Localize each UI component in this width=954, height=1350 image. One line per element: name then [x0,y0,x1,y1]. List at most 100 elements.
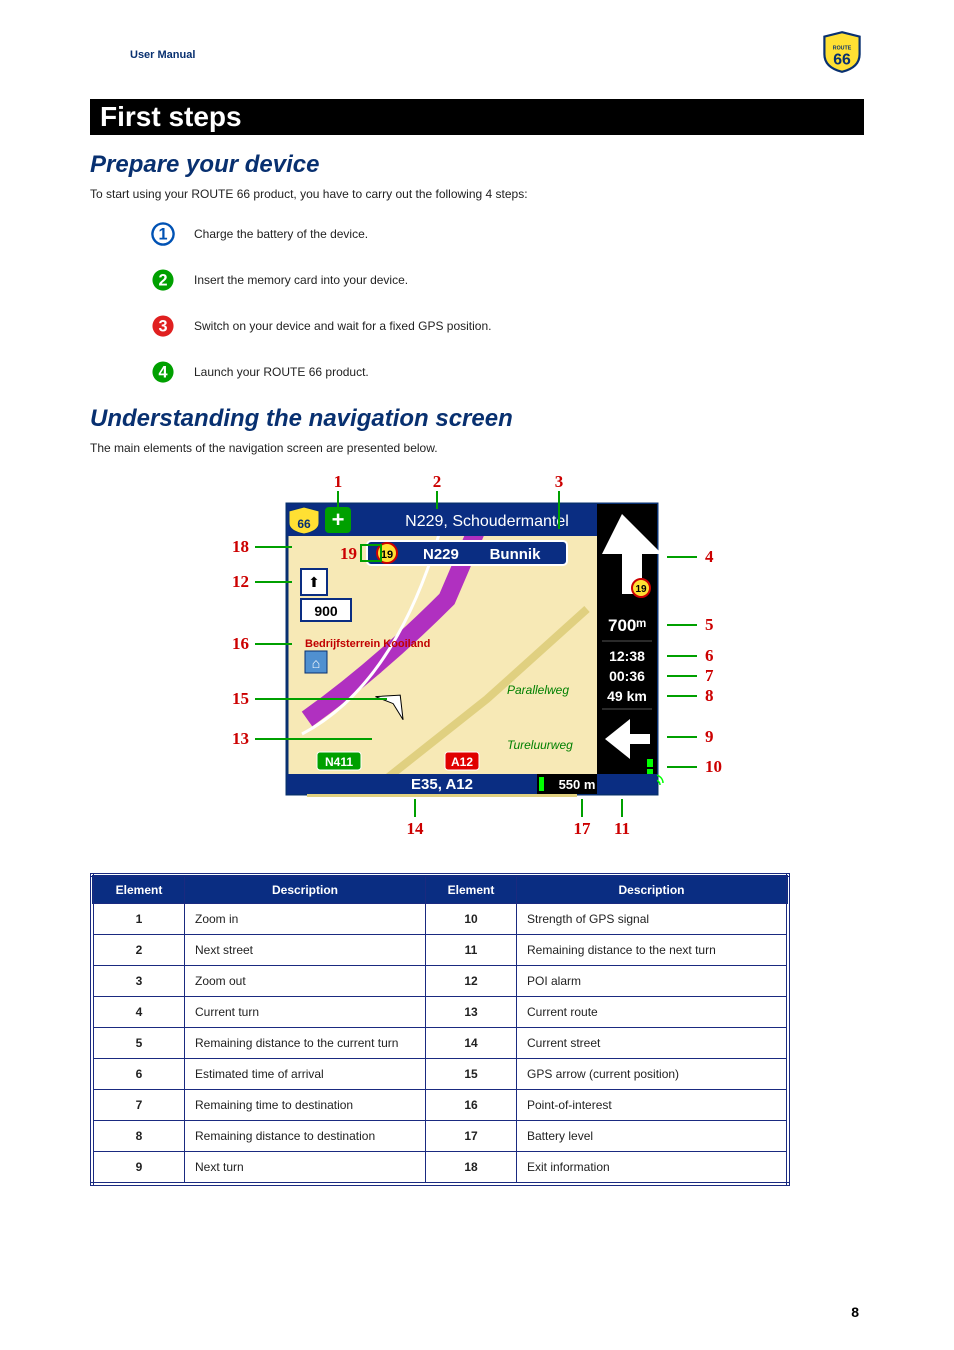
svg-text:19: 19 [381,549,393,561]
svg-text:A12: A12 [451,755,473,769]
cell-desc: Zoom in [185,904,426,935]
step-2-text: Insert the memory card into your device. [194,273,408,287]
svg-text:ROUTE: ROUTE [833,45,852,51]
page-number: 8 [851,1304,859,1320]
cell-desc: Zoom out [185,966,426,997]
svg-text:⌂: ⌂ [312,655,320,671]
th-element-2: Element [426,875,517,904]
svg-text:49 km: 49 km [607,688,647,704]
steps-list: 1 Charge the battery of the device. 2 In… [150,221,864,385]
svg-text:700ᵐ: 700ᵐ [608,616,646,635]
step-3: 3 Switch on your device and wait for a f… [150,313,864,339]
svg-text:+: + [332,507,345,532]
cell-idx: 3 [92,966,185,997]
route66-logo: ROUTE 66 [820,30,864,79]
cell-desc: Remaining distance to destination [185,1121,426,1152]
cell-desc: Next street [185,935,426,966]
svg-text:1: 1 [158,226,167,244]
understand-heading: Understanding the navigation screen [90,405,864,433]
svg-text:3: 3 [555,472,564,491]
svg-text:4: 4 [158,364,167,382]
cell-idx: 6 [92,1059,185,1090]
svg-text:00:36: 00:36 [609,668,645,684]
svg-text:13: 13 [232,729,249,748]
cell-desc: POI alarm [517,966,789,997]
svg-text:5: 5 [705,615,714,634]
svg-text:7: 7 [705,666,714,685]
cell-desc: Remaining distance to the current turn [185,1028,426,1059]
svg-text:Tureluurweg: Tureluurweg [507,738,573,752]
numbered-3-icon: 3 [150,313,176,339]
svg-text:8: 8 [705,686,714,705]
understand-intro: The main elements of the navigation scre… [90,441,864,455]
cell-idx: 18 [426,1152,517,1185]
svg-text:66: 66 [297,517,311,531]
svg-text:6: 6 [705,646,714,665]
cell-desc: Current route [517,997,789,1028]
cell-idx: 9 [92,1152,185,1185]
cell-idx: 15 [426,1059,517,1090]
cell-idx: 1 [92,904,185,935]
svg-text:⬆: ⬆ [308,574,320,590]
th-description-1: Description [185,875,426,904]
cell-desc: Current street [517,1028,789,1059]
svg-text:11: 11 [614,819,630,838]
cell-idx: 7 [92,1090,185,1121]
cell-idx: 13 [426,997,517,1028]
cell-desc: Current turn [185,997,426,1028]
step-2: 2 Insert the memory card into your devic… [150,267,864,293]
svg-text:18: 18 [232,537,249,556]
svg-text:19: 19 [635,584,647,595]
step-1-text: Charge the battery of the device. [194,227,368,241]
svg-text:12:38: 12:38 [609,648,645,664]
table-row: 5 Remaining distance to the current turn… [92,1028,788,1059]
svg-text:14: 14 [407,819,425,838]
cell-idx: 17 [426,1121,517,1152]
table-header-row: Element Description Element Description [92,875,788,904]
cell-desc: GPS arrow (current position) [517,1059,789,1090]
table-row: 2 Next street 11 Remaining distance to t… [92,935,788,966]
svg-text:2: 2 [158,272,167,290]
numbered-2-icon: 2 [150,267,176,293]
svg-text:16: 16 [232,634,249,653]
svg-text:Bunnik: Bunnik [490,546,541,563]
svg-text:2: 2 [433,472,442,491]
svg-text:Bedrijfsterrein Kooiland: Bedrijfsterrein Kooiland [305,638,430,650]
cell-desc: Estimated time of arrival [185,1059,426,1090]
table-row: 4 Current turn 13 Current route [92,997,788,1028]
cell-idx: 10 [426,904,517,935]
step-4: 4 Launch your ROUTE 66 product. [150,359,864,385]
prepare-heading: Prepare your device [90,151,864,179]
table-row: 7 Remaining time to destination 16 Point… [92,1090,788,1121]
svg-text:N411: N411 [325,755,353,769]
step-4-text: Launch your ROUTE 66 product. [194,365,369,379]
th-description-2: Description [517,875,789,904]
cell-idx: 5 [92,1028,185,1059]
table-row: 6 Estimated time of arrival 15 GPS arrow… [92,1059,788,1090]
svg-text:550 m: 550 m [559,777,596,792]
doc-header: User Manual ROUTE 66 [90,30,864,79]
prepare-intro: To start using your ROUTE 66 product, yo… [90,187,864,201]
svg-text:19: 19 [340,544,357,563]
cell-desc: Strength of GPS signal [517,904,789,935]
usermanual-label: User Manual [90,49,195,61]
section-title-bar: First steps [90,99,864,135]
svg-text:10: 10 [705,757,722,776]
svg-text:15: 15 [232,689,249,708]
svg-text:Parallelweg: Parallelweg [507,683,569,697]
step-1: 1 Charge the battery of the device. [150,221,864,247]
th-element-1: Element [92,875,185,904]
cell-idx: 14 [426,1028,517,1059]
table-row: 3 Zoom out 12 POI alarm [92,966,788,997]
svg-text:9: 9 [705,727,714,746]
elements-table: Element Description Element Description … [90,873,790,1186]
table-row: 1 Zoom in 10 Strength of GPS signal [92,904,788,935]
cell-desc: Remaining time to destination [185,1090,426,1121]
table-row: 9 Next turn 18 Exit information [92,1152,788,1185]
cell-desc: Point-of-interest [517,1090,789,1121]
svg-text:17: 17 [574,819,592,838]
cell-desc: Exit information [517,1152,789,1185]
svg-text:12: 12 [232,572,249,591]
svg-text:1: 1 [334,472,343,491]
cell-idx: 4 [92,997,185,1028]
